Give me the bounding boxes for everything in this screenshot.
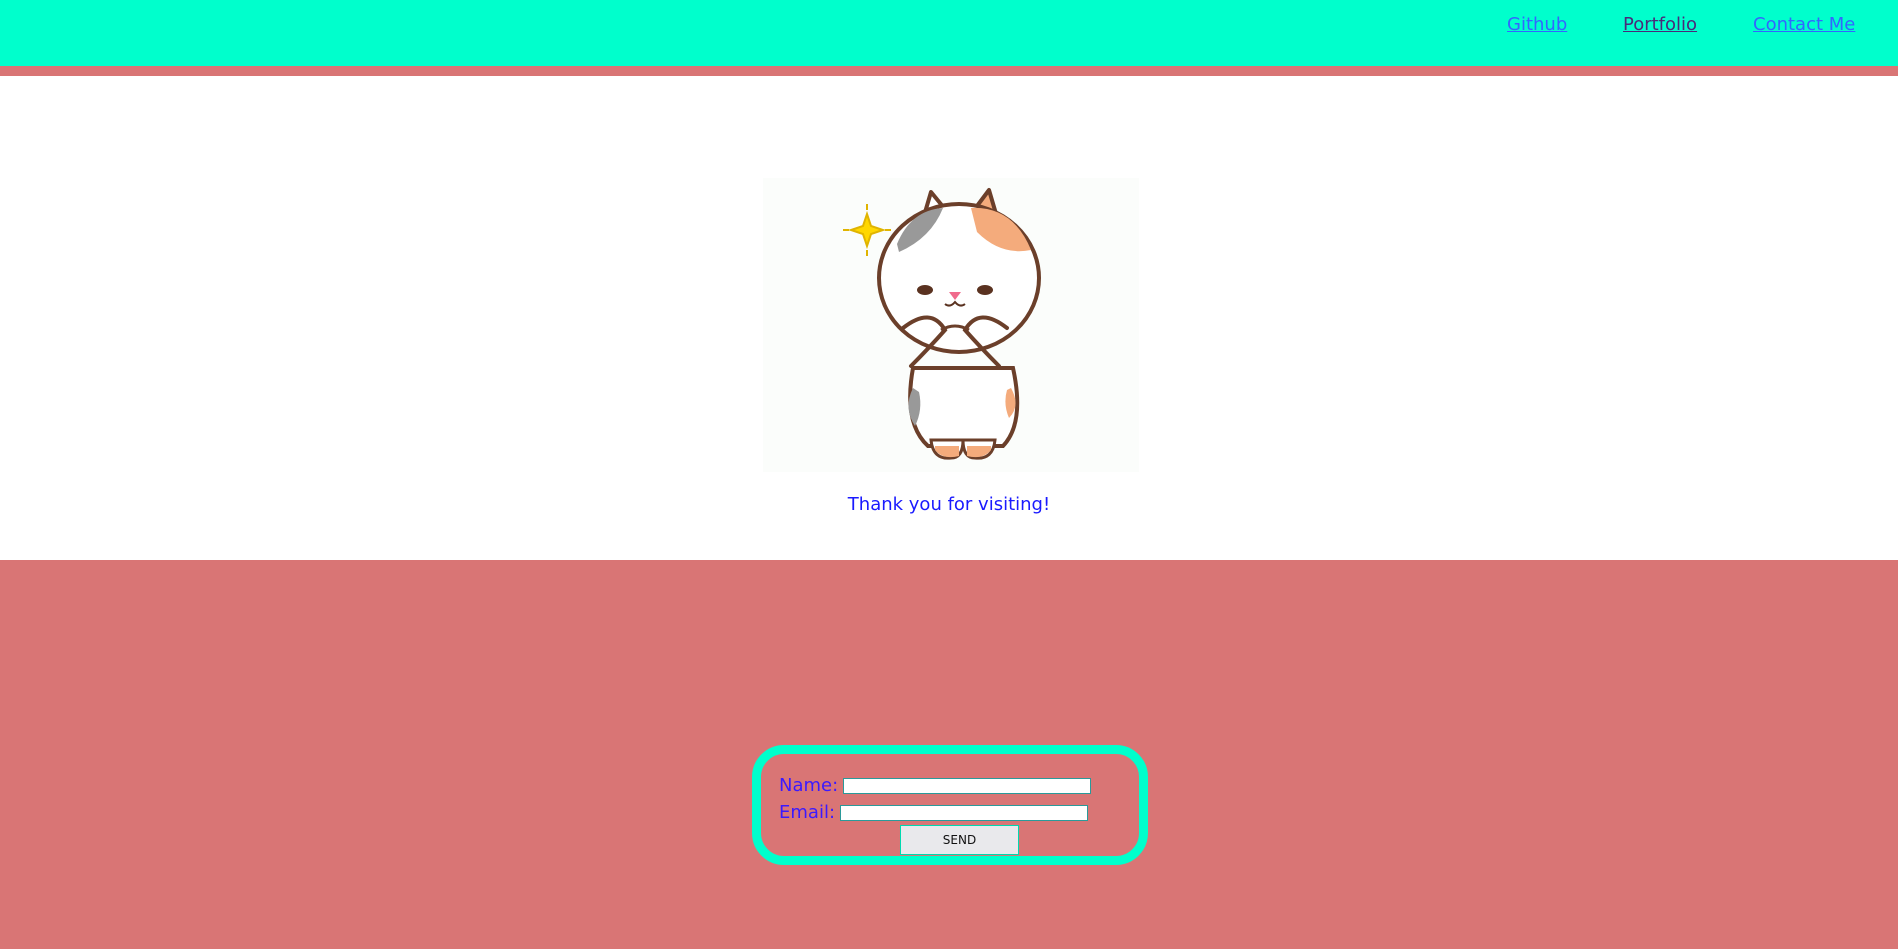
navbar-divider	[0, 66, 1898, 76]
cat-illustration	[763, 178, 1139, 472]
name-label: Name:	[779, 775, 839, 796]
contact-form: Name: Email: SEND	[752, 745, 1148, 865]
email-field[interactable]	[840, 804, 1089, 821]
nav-link-contact[interactable]: Contact Me	[1753, 14, 1855, 35]
name-row: Name:	[779, 775, 1092, 796]
name-field[interactable]	[843, 777, 1092, 794]
nav-link-portfolio[interactable]: Portfolio	[1623, 14, 1697, 35]
send-button[interactable]: SEND	[900, 825, 1019, 855]
nav-link-github[interactable]: Github	[1507, 14, 1567, 35]
top-navbar: Github Portfolio Contact Me	[0, 0, 1898, 66]
email-label: Email:	[779, 802, 836, 823]
thank-you-message: Thank you for visiting!	[847, 494, 1051, 515]
email-row: Email:	[779, 802, 1089, 823]
